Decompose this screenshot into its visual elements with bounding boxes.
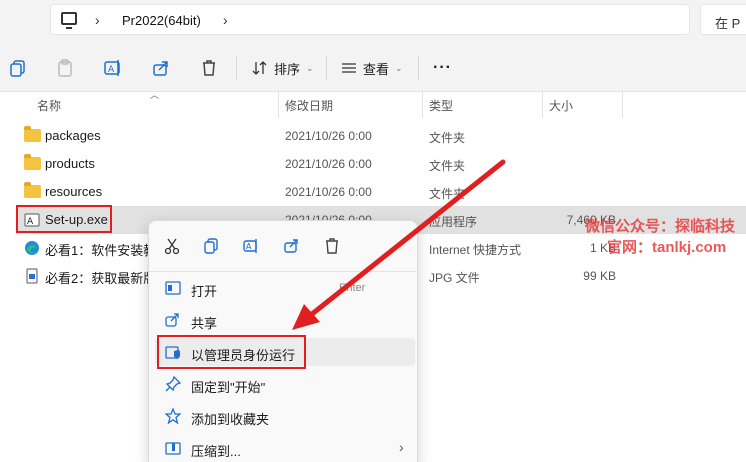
watermark-line-1: 微信公众号：探临科技: [585, 218, 736, 235]
watermark-line-2: 官网：tanlkj.com: [607, 239, 727, 256]
